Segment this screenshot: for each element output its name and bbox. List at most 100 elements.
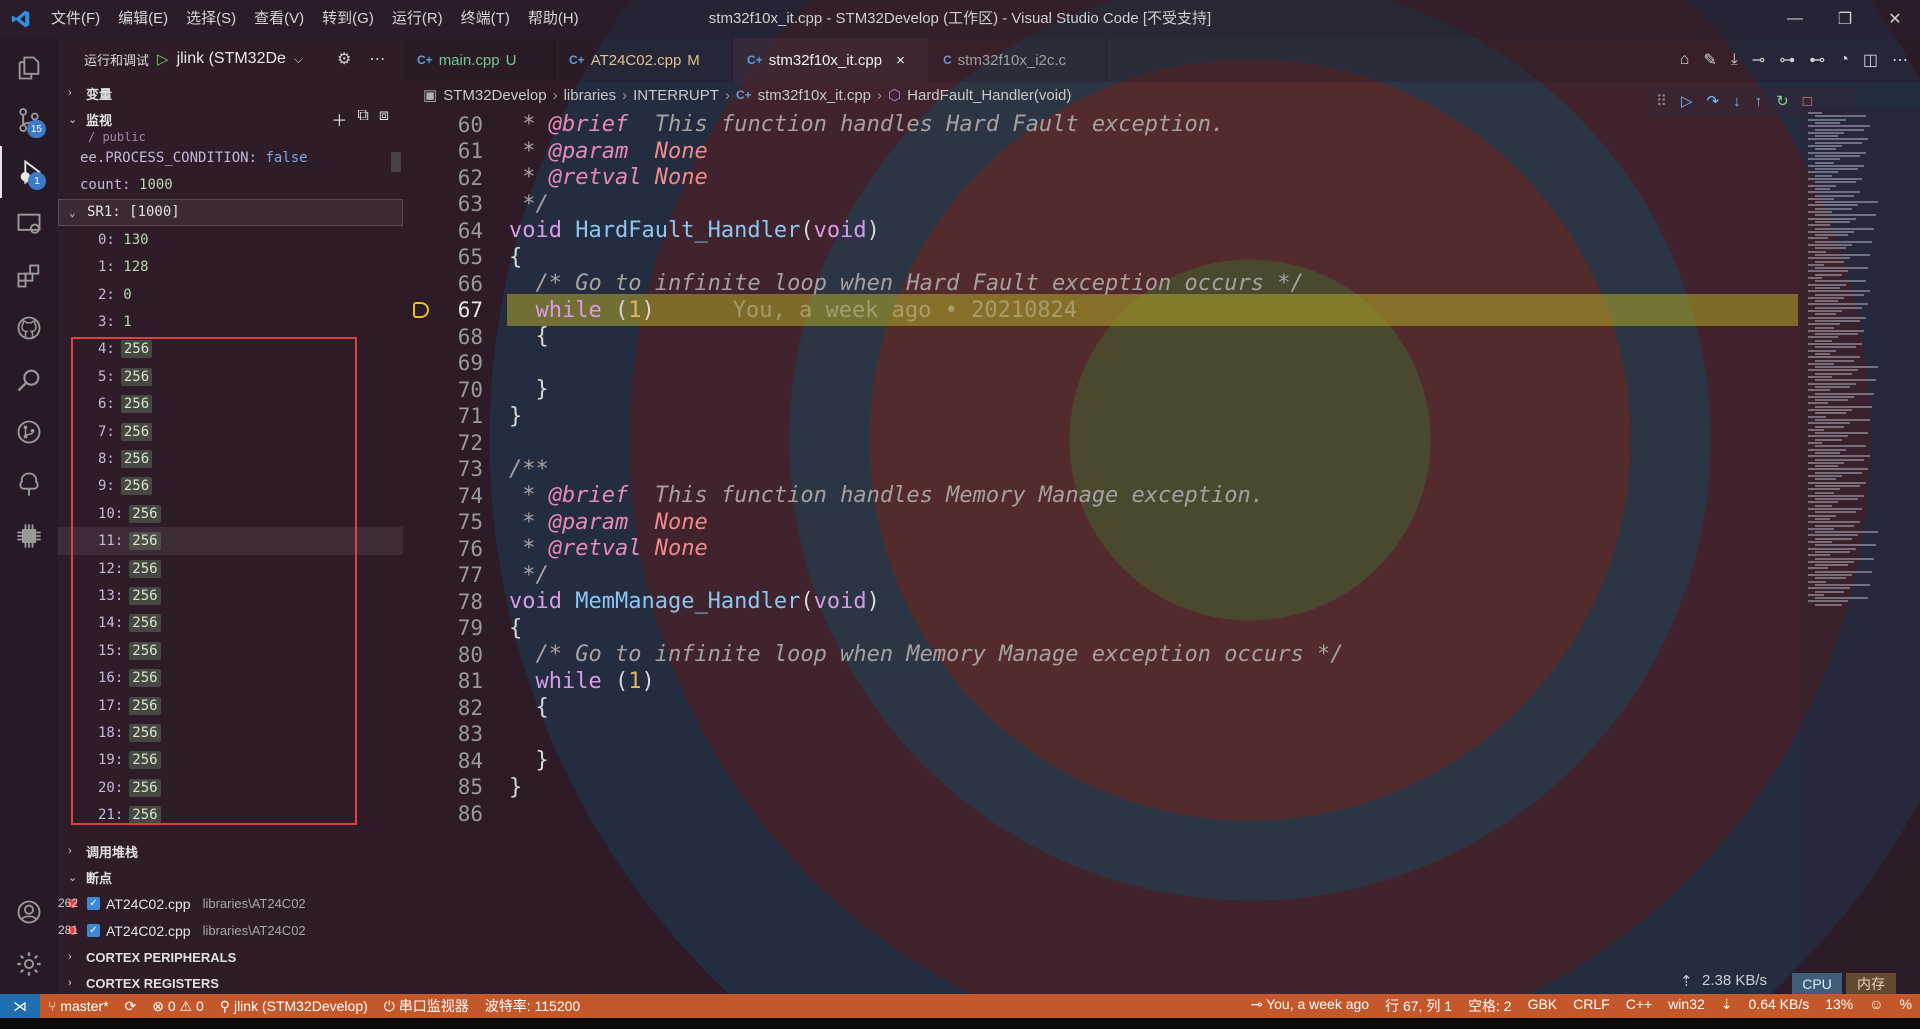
array-element[interactable]: 10: 256	[58, 500, 403, 527]
array-element[interactable]: 20: 256	[58, 774, 403, 801]
chevron-down-icon[interactable]: ⌵	[294, 52, 303, 67]
collapse-all-icon[interactable]: ⧈	[379, 107, 389, 131]
tab-stm32f10x-i2c-c[interactable]: C stm32f10x_i2c.c	[929, 38, 1107, 82]
array-element[interactable]: 19: 256	[58, 747, 403, 774]
indentation[interactable]: 空格: 2	[1460, 996, 1520, 1016]
git-graph-icon[interactable]	[0, 406, 58, 458]
array-element[interactable]: 9: 256	[58, 473, 403, 500]
run-debug-icon[interactable]: 1	[0, 146, 58, 198]
watch-item-sr1[interactable]: ⌄ SR1: [1000]	[58, 198, 403, 227]
split-editor-icon[interactable]: ◫	[1863, 50, 1878, 70]
sync-icon[interactable]: ⟳	[117, 998, 145, 1015]
more-actions-icon[interactable]: ⋯	[369, 49, 385, 69]
platform[interactable]: win32	[1660, 996, 1713, 1016]
breadcrumb-item[interactable]: INTERRUPT	[633, 87, 719, 104]
scrollbar-thumb[interactable]	[391, 152, 401, 172]
debug-target[interactable]: ⚲ jlink (STM32Develop)	[212, 998, 376, 1015]
launch-config-select[interactable]: jlink (STM32De	[177, 50, 286, 68]
feedback-icon[interactable]: ☺	[1861, 996, 1891, 1016]
search-icon[interactable]	[0, 354, 58, 406]
close-window-button[interactable]: ✕	[1870, 0, 1920, 38]
settings-gear-icon[interactable]: ⚙	[337, 49, 351, 69]
array-element[interactable]: 14: 256	[58, 610, 403, 637]
array-element[interactable]: 17: 256	[58, 692, 403, 719]
array-element[interactable]: 3: 1	[58, 308, 403, 335]
registers-section-header[interactable]: › CORTEX REGISTERS	[58, 970, 403, 996]
clean-icon[interactable]: ✎	[1703, 50, 1716, 70]
array-element[interactable]: 8: 256	[58, 445, 403, 472]
tab-stm32f10x-it-cpp[interactable]: C+ stm32f10x_it.cpp ×	[733, 38, 929, 82]
callstack-section-header[interactable]: › 调用堆栈	[58, 838, 403, 864]
explorer-icon[interactable]	[0, 42, 58, 94]
line-ending[interactable]: CRLF	[1565, 996, 1618, 1016]
step-into-icon[interactable]: ↓	[1733, 93, 1741, 110]
extensions-icon[interactable]	[0, 250, 58, 302]
manage-gear-icon[interactable]	[0, 938, 58, 990]
step-out-icon[interactable]: ↑	[1755, 93, 1763, 110]
array-element[interactable]: 4: 256	[58, 336, 403, 363]
refresh-icon[interactable]: ⧉	[357, 107, 368, 131]
array-element[interactable]: 13: 256	[58, 582, 403, 609]
breakpoints-section-header[interactable]: ⌄ 断点	[58, 864, 403, 890]
tab-at24c02-cpp[interactable]: C+ AT24C02.cpp M	[555, 38, 733, 82]
encoding[interactable]: GBK	[1520, 996, 1566, 1016]
chip-icon[interactable]	[0, 510, 58, 562]
array-element[interactable]: 18: 256	[58, 719, 403, 746]
breakpoint-item[interactable]: ✓ AT24C02.cpp libraries\AT24C02 281	[58, 917, 403, 944]
array-element[interactable]: 12: 256	[58, 555, 403, 582]
tab-main-cpp[interactable]: C+ main.cpp U	[403, 38, 555, 82]
menu-item[interactable]: 文件(F)	[42, 0, 109, 38]
array-element[interactable]: 7: 256	[58, 418, 403, 445]
close-tab-icon[interactable]: ×	[896, 52, 905, 69]
remote-explorer-icon[interactable]	[0, 198, 58, 250]
minimize-button[interactable]: —	[1770, 0, 1820, 38]
code-editor[interactable]: 59/**60 * @brief This function handles H…	[403, 108, 1800, 994]
git-blame[interactable]: ⊸ You, a week ago	[1243, 996, 1377, 1016]
breadcrumb-item[interactable]: libraries	[564, 87, 617, 104]
problems-indicator[interactable]: ⊗ 0 ⚠ 0	[144, 998, 212, 1015]
branch-indicator[interactable]: ⑂ master*	[40, 998, 117, 1014]
array-element[interactable]: 1: 128	[58, 254, 403, 281]
code-line[interactable]: 86	[403, 798, 1800, 830]
menu-item[interactable]: 转到(G)	[313, 0, 383, 38]
serial-monitor[interactable]: ⏻ 串口监视器	[376, 996, 477, 1016]
watch-item[interactable]: count: 1000	[58, 171, 403, 198]
source-control-icon[interactable]: 15	[0, 94, 58, 146]
array-element[interactable]: 6: 256	[58, 391, 403, 418]
git-prev-icon[interactable]: ⊶	[1779, 50, 1795, 70]
remote-icon[interactable]: ⋊	[0, 994, 40, 1018]
array-element[interactable]: 21: 256	[58, 801, 403, 828]
breakpoint-item[interactable]: ✓ AT24C02.cpp libraries\AT24C02 262	[58, 890, 403, 917]
breadcrumb-item[interactable]: stm32f10x_it.cpp	[758, 87, 871, 104]
watch-item[interactable]: ee.PROCESS_CONDITION: false	[58, 144, 403, 171]
menu-item[interactable]: 选择(S)	[177, 0, 245, 38]
build-icon[interactable]: ⌂	[1680, 51, 1690, 69]
download-icon[interactable]: ⤓	[1731, 51, 1738, 69]
baud-rate[interactable]: 波特率: 115200	[477, 996, 588, 1016]
array-element[interactable]: 5: 256	[58, 363, 403, 390]
menu-item[interactable]: 编辑(E)	[109, 0, 177, 38]
timeline-icon[interactable]: ◔	[1839, 51, 1849, 69]
minimap[interactable]	[1800, 108, 1920, 994]
account-icon[interactable]	[0, 886, 58, 938]
peripherals-section-header[interactable]: › CORTEX PERIPHERALS	[58, 944, 403, 970]
array-element[interactable]: 15: 256	[58, 637, 403, 664]
menu-item[interactable]: 终端(T)	[452, 0, 519, 38]
git-compare-icon[interactable]: ⊸	[1752, 50, 1765, 70]
tree-icon[interactable]	[0, 458, 58, 510]
array-element[interactable]: 16: 256	[58, 664, 403, 691]
breadcrumb-item[interactable]: HardFault_Handler(void)	[907, 87, 1071, 104]
variables-section-header[interactable]: › 变量	[58, 80, 403, 106]
maximize-button[interactable]: ❐	[1820, 0, 1870, 38]
menu-item[interactable]: 运行(R)	[383, 0, 452, 38]
array-element[interactable]: 0: 130	[58, 226, 403, 253]
add-expression-icon[interactable]: ＋	[331, 107, 347, 131]
github-icon[interactable]	[0, 302, 58, 354]
git-next-icon[interactable]: ⊷	[1809, 50, 1825, 70]
menu-item[interactable]: 查看(V)	[245, 0, 313, 38]
watch-section-header[interactable]: ⌄ 监视 ＋ ⧉ ⧈	[58, 106, 403, 132]
breadcrumb-item[interactable]: STM32Develop	[443, 87, 546, 104]
menu-item[interactable]: 帮助(H)	[519, 0, 588, 38]
stop-icon[interactable]: □	[1803, 93, 1812, 110]
cursor-position[interactable]: 行 67, 列 1	[1377, 996, 1460, 1016]
